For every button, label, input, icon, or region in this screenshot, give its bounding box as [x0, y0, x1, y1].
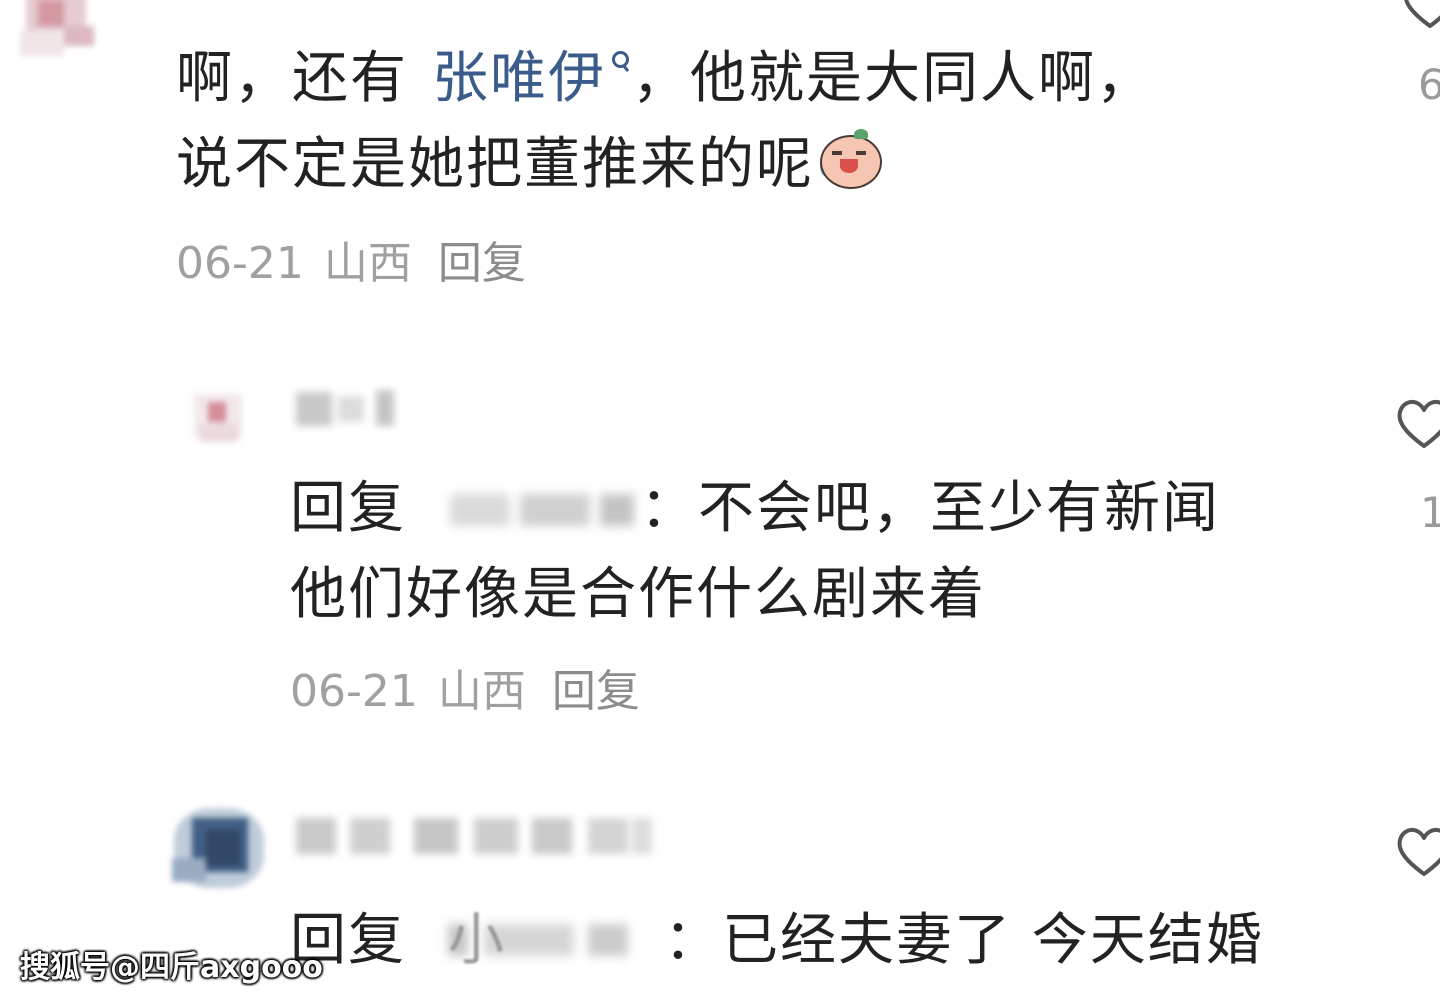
crying-face-emoji-icon	[814, 129, 884, 189]
comment-text-line: 回复 ：不会吧，至少有新闻	[290, 466, 1220, 552]
comment-text-line: 回复小：已经夫妻了 今天结婚	[290, 898, 1264, 984]
comment-text-line: 他们好像是合作什么剧来着	[290, 562, 986, 627]
mention-link[interactable]: 张唯伊	[432, 46, 632, 111]
heart-outline-icon	[1397, 828, 1440, 876]
comment-text-segment: ：不会吧，至少有新闻	[640, 476, 1220, 541]
comment-location: 山西	[323, 238, 412, 289]
username-blurred[interactable]	[292, 382, 412, 432]
like-button[interactable]	[1394, 394, 1440, 454]
heart-outline-icon	[1404, 0, 1440, 28]
comment-text-segment: ，他就是大同人啊，	[632, 46, 1154, 111]
comment-text-line: 啊，还有 张唯伊 ，他就是大同人啊，	[176, 36, 1154, 122]
reply-button[interactable]: 回复	[552, 666, 640, 717]
reply-prefix: 回复	[290, 476, 406, 541]
like-count: 6	[1418, 60, 1440, 109]
comment-text-line: 说不定是她把董推来的呢	[176, 122, 884, 208]
mention-partial[interactable]: 小	[448, 908, 506, 973]
like-count: 1	[1420, 488, 1440, 537]
mention-text[interactable]: 张唯伊	[432, 46, 606, 111]
username-blurred[interactable]	[292, 808, 672, 864]
comment-location: 山西	[437, 666, 526, 717]
avatar[interactable]	[190, 388, 250, 448]
reply-button[interactable]: 回复	[438, 238, 526, 289]
avatar[interactable]	[166, 800, 274, 896]
comment-text-segment: 说不定是她把董推来的呢	[176, 132, 814, 197]
search-icon	[610, 49, 632, 79]
heart-outline-icon	[1397, 400, 1440, 448]
comment-date: 06-21	[290, 666, 418, 717]
comment-meta: 06-21 山西 回复	[290, 662, 640, 722]
comment-text-segment: 啊，还有	[176, 46, 408, 111]
like-button[interactable]	[1394, 822, 1440, 882]
comment-meta: 06-21 山西 回复	[176, 234, 526, 294]
avatar[interactable]	[18, 0, 102, 60]
comment-date: 06-21	[176, 238, 304, 289]
watermark: 搜狐号@四斤axgooo	[20, 950, 323, 985]
like-button[interactable]	[1400, 0, 1440, 34]
comment-text-segment: ：已经夫妻了 今天结婚	[664, 908, 1264, 973]
